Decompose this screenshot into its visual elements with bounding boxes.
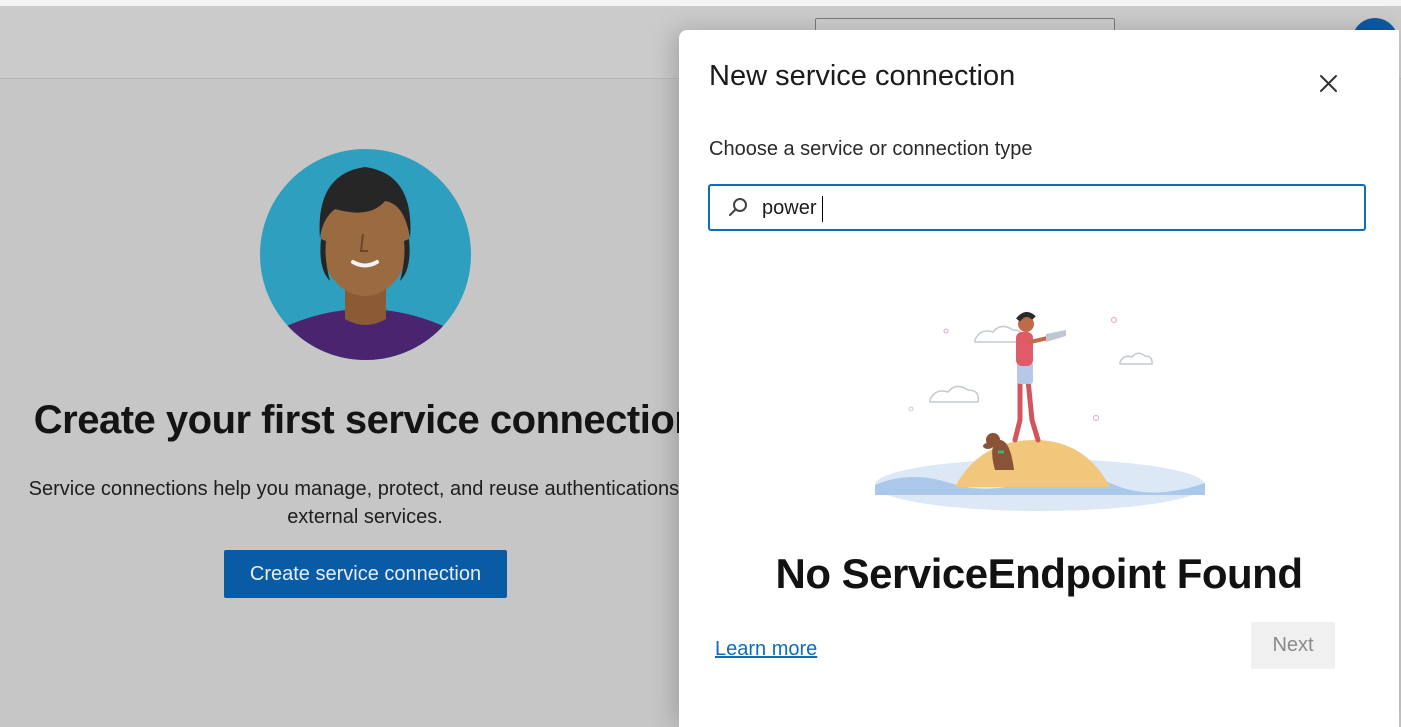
search-input[interactable] <box>762 194 1342 222</box>
background-description-line2: external services. <box>287 506 443 528</box>
empty-state-illustration <box>875 312 1205 511</box>
background-description: Service connections help you manage, pro… <box>0 475 730 531</box>
empty-state-title: No ServiceEndpoint Found <box>775 550 1303 597</box>
search-icon <box>729 198 747 216</box>
text-caret <box>822 196 823 222</box>
next-button[interactable]: Next <box>1251 622 1335 669</box>
background-description-line1: Service connections help you manage, pro… <box>28 478 702 500</box>
close-button[interactable] <box>1311 66 1345 100</box>
learn-more-link[interactable]: Learn more <box>715 638 817 661</box>
person-illustration <box>260 149 471 360</box>
close-icon <box>1320 75 1337 92</box>
search-box[interactable] <box>708 184 1366 231</box>
new-service-connection-dialog: New service connection Choose a service … <box>679 30 1399 727</box>
dialog-subtitle: Choose a service or connection type <box>709 138 1033 160</box>
dialog-title: New service connection <box>709 60 1016 92</box>
create-service-connection-button[interactable]: Create service connection <box>224 550 507 598</box>
background-title: Create your first service connection <box>33 398 699 442</box>
